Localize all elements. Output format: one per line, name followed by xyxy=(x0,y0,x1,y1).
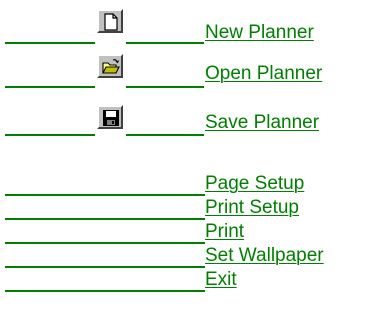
menu-item-new-planner[interactable]: New Planner xyxy=(0,0,375,48)
print-link[interactable]: Print xyxy=(205,221,244,243)
floppy-disk-icon xyxy=(103,110,119,126)
leader-line xyxy=(5,92,95,136)
menu-item-open-planner[interactable]: Open Planner xyxy=(0,50,375,90)
menu-item-page-setup[interactable]: Page Setup xyxy=(0,172,375,196)
print-setup-link[interactable]: Print Setup xyxy=(205,197,299,219)
page-setup-link[interactable]: Page Setup xyxy=(205,173,304,195)
new-planner-button[interactable] xyxy=(97,9,123,33)
leader-line xyxy=(126,92,204,136)
exit-link[interactable]: Exit xyxy=(205,269,237,291)
menu-item-print[interactable]: Print xyxy=(0,220,375,244)
leader-line xyxy=(5,50,95,88)
new-planner-link[interactable]: New Planner xyxy=(205,22,314,44)
new-document-icon xyxy=(104,13,118,31)
open-folder-icon xyxy=(102,59,120,74)
leader-line xyxy=(5,220,205,244)
open-planner-link[interactable]: Open Planner xyxy=(205,63,322,85)
leader-line xyxy=(5,268,205,292)
menu-item-save-planner[interactable]: Save Planner xyxy=(0,92,375,138)
leader-line xyxy=(5,244,205,268)
leader-line xyxy=(126,50,204,88)
menu-item-print-setup[interactable]: Print Setup xyxy=(0,196,375,220)
save-planner-button[interactable] xyxy=(97,105,123,129)
set-wallpaper-link[interactable]: Set Wallpaper xyxy=(205,245,324,267)
leader-line xyxy=(5,0,95,44)
menu-item-exit[interactable]: Exit xyxy=(0,268,375,292)
menu-item-set-wallpaper[interactable]: Set Wallpaper xyxy=(0,244,375,268)
leader-line xyxy=(126,0,204,44)
open-planner-button[interactable] xyxy=(97,54,123,78)
save-planner-link[interactable]: Save Planner xyxy=(205,112,319,134)
leader-line xyxy=(5,196,205,220)
leader-line xyxy=(5,172,205,196)
